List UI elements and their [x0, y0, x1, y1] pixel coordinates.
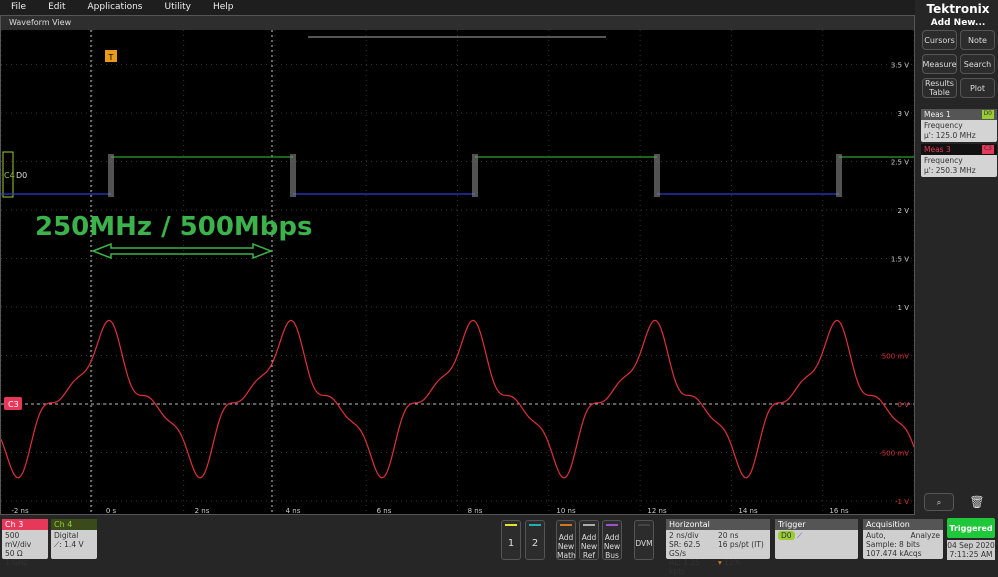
x-axis-label: 0 s — [106, 507, 117, 515]
menu-bar: File Edit Applications Utility Help — [0, 0, 915, 15]
waveform-view-title: Waveform View — [1, 16, 914, 30]
right-panel: Tektronix Add New... Cursors Note Measur… — [918, 0, 998, 515]
d0-label[interactable]: D0 — [16, 171, 27, 180]
trigger-source: D0 — [778, 531, 795, 540]
y-axis-label: 3 V — [898, 110, 910, 118]
menu-applications[interactable]: Applications — [77, 0, 154, 15]
d0-transition — [108, 154, 114, 197]
add-bus-button[interactable]: Add New Bus — [602, 520, 622, 560]
meas1-label: Frequency — [924, 121, 963, 130]
meas1-title: Meas 1 — [924, 110, 951, 119]
ch4-type: Digital — [54, 531, 79, 540]
meas3-value: µ': 250.3 MHz — [924, 166, 976, 175]
settings-bar: Ch 3 500 mV/div 50 Ω1 GHz Ch 4 Digital ⟋: … — [0, 515, 998, 576]
acq-analyze: Analyze — [910, 531, 940, 540]
trigger-status[interactable]: Triggered — [947, 518, 995, 538]
waveform-plot[interactable]: T 250MHz / 500Mbps C4 D0 C3 3.5 V 3 V 2.5 … — [1, 30, 914, 515]
tektronix-logo: Tektronix — [926, 2, 990, 16]
search-button[interactable]: Search — [960, 54, 995, 74]
acq-mode: Auto, — [866, 531, 886, 540]
y-axis-label: 1 V — [898, 304, 910, 312]
results-table-button[interactable]: Results Table — [922, 78, 957, 98]
meas1-value: µ': 125.0 MHz — [924, 131, 976, 140]
ch4-title: Ch 4 — [51, 519, 97, 530]
x-axis-label: 14 ns — [738, 507, 758, 515]
x-axis-label: -2 ns — [11, 507, 29, 515]
x-axis-label: 4 ns — [286, 507, 301, 515]
note-button[interactable]: Note — [960, 30, 995, 50]
x-axis-label: 6 ns — [377, 507, 392, 515]
record-duration: 20 ns — [718, 531, 739, 540]
d0-transition — [290, 154, 296, 197]
d0-transition — [472, 154, 478, 197]
acq-sample-bits: Sample: 8 bits — [866, 540, 920, 549]
menu-file[interactable]: File — [0, 0, 37, 15]
trash-icon[interactable]: 🗑 — [966, 493, 988, 511]
meas1-badge[interactable]: Meas 1 D0 Frequency µ': 125.0 MHz — [921, 109, 997, 142]
trigger-badge[interactable]: Trigger D0 ⟋ — [775, 519, 858, 559]
y-axis-label: 2 V — [898, 207, 910, 215]
ch4-badge[interactable]: Ch 4 Digital ⟋: 1.4 V — [51, 519, 97, 559]
ch3-badge[interactable]: Ch 3 500 mV/div 50 Ω1 GHz — [2, 519, 48, 567]
date-time: 04 Sep 2020 7:11:25 AM — [947, 540, 995, 560]
time-per-point: 16 ps/pt (IT) — [718, 540, 764, 549]
horizontal-badge[interactable]: Horizontal 2 ns/div 20 ns SR: 62.5 GS/s 16… — [666, 519, 770, 576]
x-axis-label: 10 ns — [556, 507, 576, 515]
horizontal-title: Horizontal — [666, 519, 770, 530]
meas1-source: D0 — [981, 110, 994, 119]
y-axis-label: 0 V — [898, 401, 910, 409]
d0-transition — [654, 154, 660, 197]
time-per-div: 2 ns/div — [669, 531, 699, 540]
menu-utility[interactable]: Utility — [153, 0, 201, 15]
zoom-icon[interactable]: ⌕ — [924, 493, 954, 511]
meas3-title: Meas 3 — [924, 145, 951, 154]
acquisition-badge[interactable]: Acquisition Auto, Analyze Sample: 8 bits … — [863, 519, 943, 559]
acquisition-title: Acquisition — [863, 519, 943, 530]
add-new-heading: Add New... — [930, 18, 986, 28]
ch1-button[interactable]: 1 — [501, 520, 521, 560]
y-axis-label: 3.5 V — [891, 62, 909, 70]
ch3-title: Ch 3 — [2, 519, 48, 530]
rising-edge-icon: ⟋ — [796, 531, 803, 540]
menu-help[interactable]: Help — [202, 0, 245, 15]
y-axis-label: -1 V — [895, 498, 909, 506]
y-axis-label: 1.5 V — [891, 256, 909, 264]
acq-count: 107.474 kAcqs — [866, 549, 922, 558]
y-axis-label: 2.5 V — [891, 159, 909, 167]
menu-edit[interactable]: Edit — [37, 0, 76, 15]
meas3-label: Frequency — [924, 156, 963, 165]
add-math-button[interactable]: Add New Math — [556, 520, 576, 560]
ch3-analog-trace — [1, 319, 914, 479]
x-axis-label: 2 ns — [195, 507, 210, 515]
cursors-button[interactable]: Cursors — [922, 30, 957, 50]
meas3-source: C3 — [981, 145, 994, 154]
add-ref-button[interactable]: Add New Ref — [579, 520, 599, 560]
c4-label[interactable]: C4 — [4, 171, 15, 180]
dvm-button[interactable]: DVM — [634, 520, 654, 560]
trigger-title: Trigger — [775, 519, 858, 530]
sample-rate: SR: 62.5 GS/s — [669, 540, 701, 558]
c3-label: C3 — [8, 400, 19, 409]
waveform-view[interactable]: Waveform View T 250MHz / 500Mbps C4 D0 C… — [0, 15, 915, 515]
y-axis-label: 500 mV — [882, 353, 909, 361]
y-axis-label: -500 mV — [879, 450, 909, 458]
x-axis-label: 16 ns — [829, 507, 849, 515]
ch4-threshold: ⟋: 1.4 V — [54, 540, 84, 549]
ch3-scale: 500 mV/div — [5, 531, 32, 549]
measure-button[interactable]: Measure — [922, 54, 957, 74]
double-arrow-annotation — [90, 242, 274, 260]
trigger-marker-label: T — [108, 53, 114, 62]
x-axis-label: 12 ns — [647, 507, 667, 515]
meas3-badge[interactable]: Meas 3 C3 Frequency µ': 250.3 MHz — [921, 144, 997, 177]
ch3-termination: 50 Ω — [5, 549, 23, 558]
d0-transition — [836, 154, 842, 197]
annotation-text: 250MHz / 500Mbps — [35, 212, 312, 242]
ch3-bandwidth: 1 GHz — [5, 558, 28, 567]
ch2-button[interactable]: 2 — [525, 520, 545, 560]
plot-button[interactable]: Plot — [960, 78, 995, 98]
x-axis-label: 8 ns — [468, 507, 483, 515]
